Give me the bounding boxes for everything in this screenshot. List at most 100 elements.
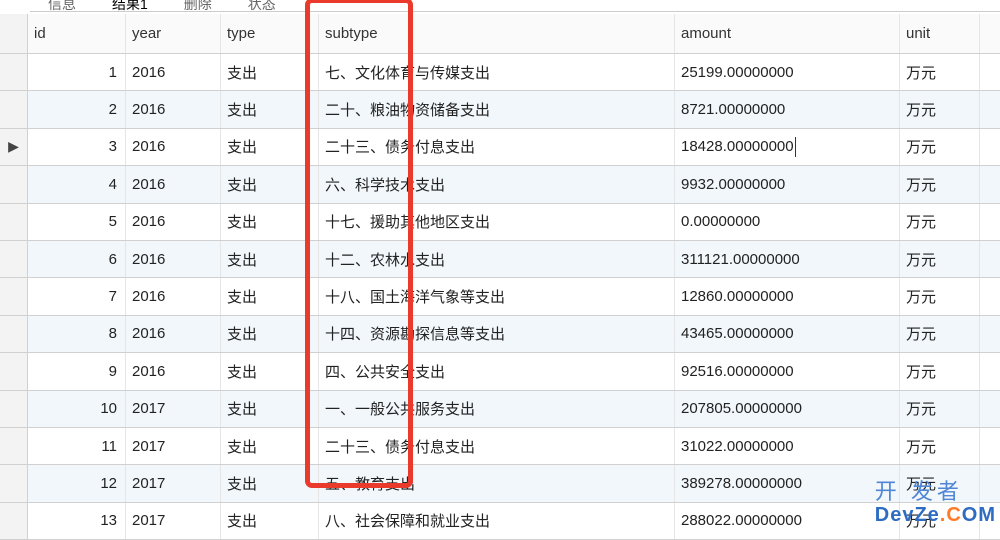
- cell-unit[interactable]: 万元: [900, 465, 980, 501]
- table-row[interactable]: 12016支出七、文化体育与传媒支出25199.00000000万元: [0, 54, 1000, 91]
- cell-subtype[interactable]: 六、科学技术支出: [319, 166, 675, 202]
- cell-type[interactable]: 支出: [221, 428, 319, 464]
- table-row[interactable]: ▶32016支出二十三、债务付息支出18428.00000000万元: [0, 129, 1000, 166]
- table-row[interactable]: 52016支出十七、援助其他地区支出0.00000000万元: [0, 204, 1000, 241]
- cell-subtype[interactable]: 二十、粮油物资储备支出: [319, 91, 675, 127]
- cell-subtype[interactable]: 二十三、债务付息支出: [319, 129, 675, 165]
- cell-subtype[interactable]: 一、一般公共服务支出: [319, 391, 675, 427]
- cell-id[interactable]: 7: [28, 278, 126, 314]
- cell-subtype[interactable]: 十二、农林水支出: [319, 241, 675, 277]
- cell-amount[interactable]: 31022.00000000: [675, 428, 900, 464]
- cell-type[interactable]: 支出: [221, 503, 319, 539]
- cell-type[interactable]: 支出: [221, 166, 319, 202]
- cell-amount[interactable]: 43465.00000000: [675, 316, 900, 352]
- cell-year[interactable]: 2017: [126, 428, 221, 464]
- cell-year[interactable]: 2016: [126, 166, 221, 202]
- cell-type[interactable]: 支出: [221, 316, 319, 352]
- cell-year[interactable]: 2016: [126, 241, 221, 277]
- cell-year[interactable]: 2017: [126, 503, 221, 539]
- header-subtype[interactable]: subtype: [319, 14, 675, 53]
- header-unit[interactable]: unit: [900, 14, 980, 53]
- header-id[interactable]: id: [28, 14, 126, 53]
- cell-year[interactable]: 2016: [126, 316, 221, 352]
- cell-unit[interactable]: 万元: [900, 54, 980, 90]
- header-amount[interactable]: amount: [675, 14, 900, 53]
- cell-subtype[interactable]: 七、文化体育与传媒支出: [319, 54, 675, 90]
- cell-type[interactable]: 支出: [221, 54, 319, 90]
- cell-amount[interactable]: 92516.00000000: [675, 353, 900, 389]
- cell-unit[interactable]: 万元: [900, 166, 980, 202]
- cell-year[interactable]: 2016: [126, 278, 221, 314]
- data-grid[interactable]: id year type subtype amount unit 12016支出…: [0, 14, 1000, 540]
- cell-year[interactable]: 2016: [126, 353, 221, 389]
- cell-id[interactable]: 8: [28, 316, 126, 352]
- cell-subtype[interactable]: 十八、国土海洋气象等支出: [319, 278, 675, 314]
- cell-amount[interactable]: 25199.00000000: [675, 54, 900, 90]
- cell-unit[interactable]: 万元: [900, 503, 980, 539]
- cell-subtype[interactable]: 四、公共安全支出: [319, 353, 675, 389]
- cell-amount[interactable]: 311121.00000000: [675, 241, 900, 277]
- cell-type[interactable]: 支出: [221, 278, 319, 314]
- cell-type[interactable]: 支出: [221, 353, 319, 389]
- cell-subtype[interactable]: 五、教育支出: [319, 465, 675, 501]
- tab-delete[interactable]: 删除: [166, 0, 230, 11]
- cell-unit[interactable]: 万元: [900, 278, 980, 314]
- cell-amount[interactable]: 0.00000000: [675, 204, 900, 240]
- cell-unit[interactable]: 万元: [900, 129, 980, 165]
- cell-unit[interactable]: 万元: [900, 316, 980, 352]
- cell-type[interactable]: 支出: [221, 129, 319, 165]
- cell-id[interactable]: 3: [28, 129, 126, 165]
- cell-unit[interactable]: 万元: [900, 391, 980, 427]
- table-row[interactable]: 42016支出六、科学技术支出9932.00000000万元: [0, 166, 1000, 203]
- header-year[interactable]: year: [126, 14, 221, 53]
- cell-subtype[interactable]: 八、社会保障和就业支出: [319, 503, 675, 539]
- table-row[interactable]: 122017支出五、教育支出389278.00000000万元: [0, 465, 1000, 502]
- cell-id[interactable]: 4: [28, 166, 126, 202]
- cell-subtype[interactable]: 二十三、债务付息支出: [319, 428, 675, 464]
- cell-amount[interactable]: 12860.00000000: [675, 278, 900, 314]
- cell-year[interactable]: 2017: [126, 391, 221, 427]
- cell-year[interactable]: 2017: [126, 465, 221, 501]
- cell-unit[interactable]: 万元: [900, 428, 980, 464]
- cell-id[interactable]: 6: [28, 241, 126, 277]
- table-row[interactable]: 102017支出一、一般公共服务支出207805.00000000万元: [0, 391, 1000, 428]
- table-row[interactable]: 92016支出四、公共安全支出92516.00000000万元: [0, 353, 1000, 390]
- cell-year[interactable]: 2016: [126, 54, 221, 90]
- cell-amount[interactable]: 18428.00000000: [675, 129, 900, 165]
- table-row[interactable]: 112017支出二十三、债务付息支出31022.00000000万元: [0, 428, 1000, 465]
- cell-type[interactable]: 支出: [221, 91, 319, 127]
- cell-id[interactable]: 13: [28, 503, 126, 539]
- table-row[interactable]: 72016支出十八、国土海洋气象等支出12860.00000000万元: [0, 278, 1000, 315]
- cell-id[interactable]: 1: [28, 54, 126, 90]
- tab-info[interactable]: 信息: [30, 0, 94, 11]
- table-row[interactable]: 82016支出十四、资源勘探信息等支出43465.00000000万元: [0, 316, 1000, 353]
- table-row[interactable]: 22016支出二十、粮油物资储备支出8721.00000000万元: [0, 91, 1000, 128]
- cell-year[interactable]: 2016: [126, 204, 221, 240]
- cell-subtype[interactable]: 十四、资源勘探信息等支出: [319, 316, 675, 352]
- cell-type[interactable]: 支出: [221, 241, 319, 277]
- cell-unit[interactable]: 万元: [900, 353, 980, 389]
- cell-id[interactable]: 5: [28, 204, 126, 240]
- cell-type[interactable]: 支出: [221, 391, 319, 427]
- tab-result1[interactable]: 结果1: [94, 0, 166, 11]
- cell-amount[interactable]: 8721.00000000: [675, 91, 900, 127]
- header-type[interactable]: type: [221, 14, 319, 53]
- cell-type[interactable]: 支出: [221, 204, 319, 240]
- cell-id[interactable]: 11: [28, 428, 126, 464]
- cell-amount[interactable]: 389278.00000000: [675, 465, 900, 501]
- cell-unit[interactable]: 万元: [900, 91, 980, 127]
- cell-year[interactable]: 2016: [126, 129, 221, 165]
- cell-id[interactable]: 9: [28, 353, 126, 389]
- cell-amount[interactable]: 288022.00000000: [675, 503, 900, 539]
- cell-unit[interactable]: 万元: [900, 241, 980, 277]
- cell-type[interactable]: 支出: [221, 465, 319, 501]
- table-row[interactable]: 62016支出十二、农林水支出311121.00000000万元: [0, 241, 1000, 278]
- cell-amount[interactable]: 207805.00000000: [675, 391, 900, 427]
- cell-id[interactable]: 10: [28, 391, 126, 427]
- cell-subtype[interactable]: 十七、援助其他地区支出: [319, 204, 675, 240]
- tab-status[interactable]: 状态: [230, 0, 294, 11]
- cell-unit[interactable]: 万元: [900, 204, 980, 240]
- cell-id[interactable]: 2: [28, 91, 126, 127]
- cell-amount[interactable]: 9932.00000000: [675, 166, 900, 202]
- cell-id[interactable]: 12: [28, 465, 126, 501]
